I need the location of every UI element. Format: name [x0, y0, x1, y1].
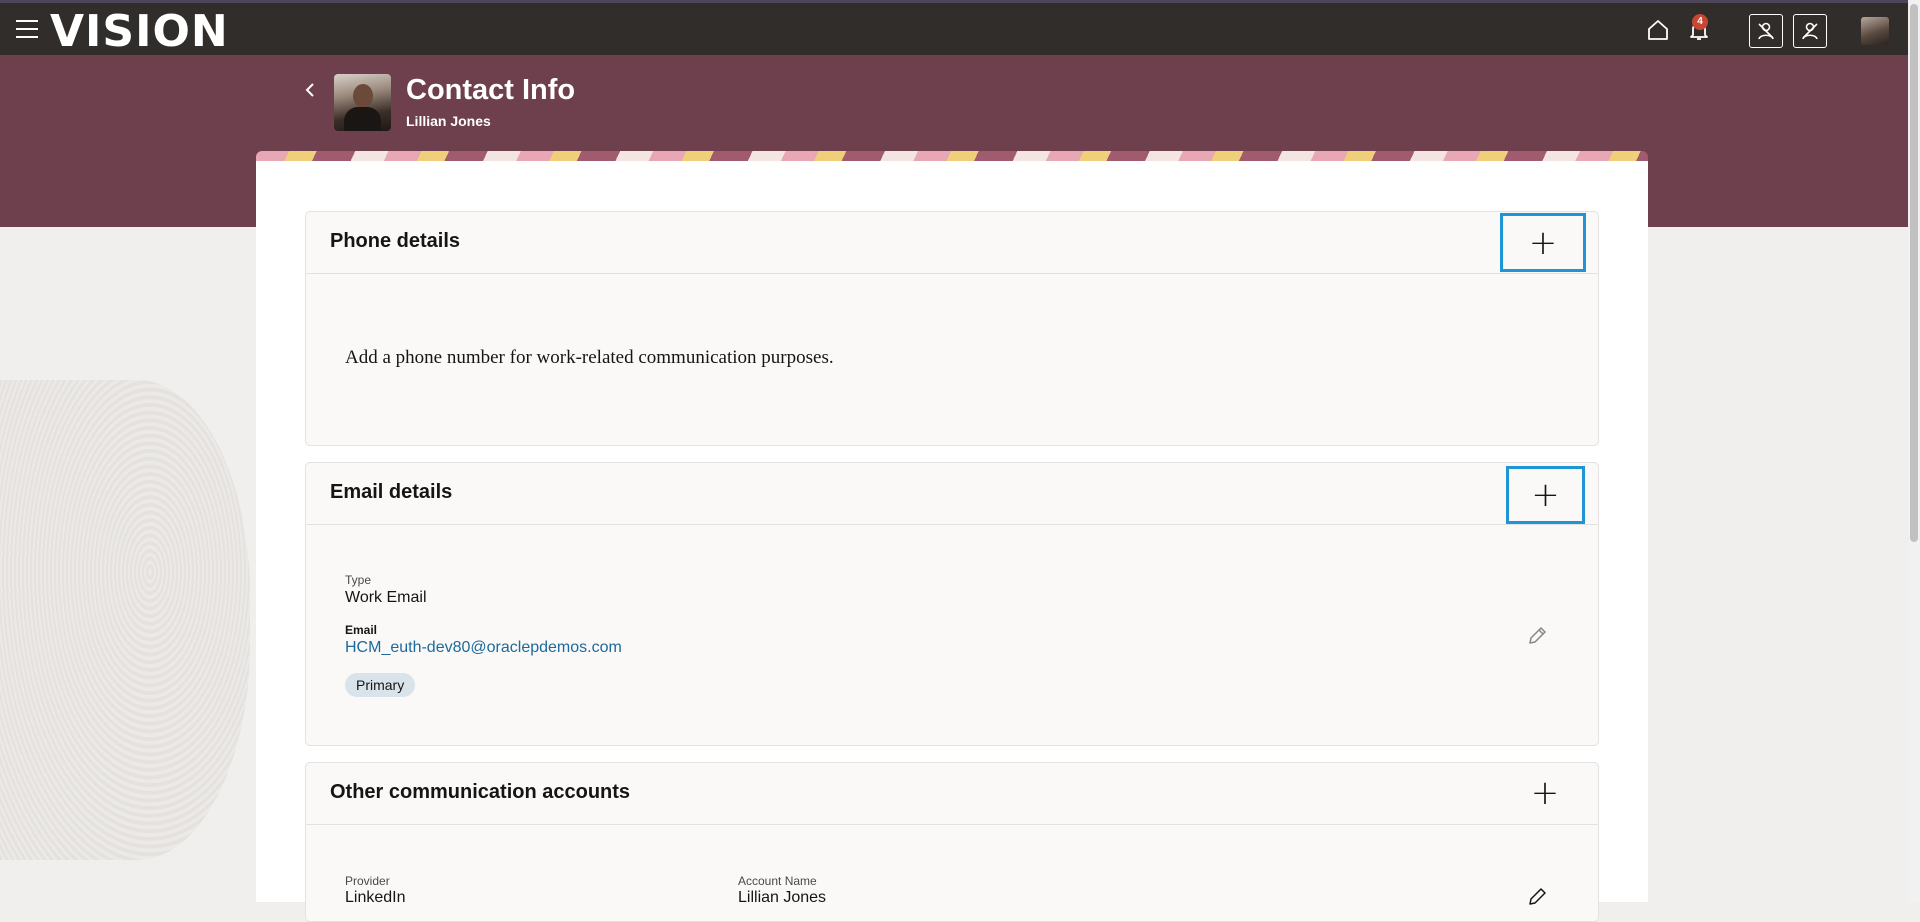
- account-name-label: Account Name: [738, 874, 817, 888]
- email-details-title: Email details: [330, 481, 453, 503]
- topographic-decoration: [0, 380, 250, 860]
- page-scrollbar[interactable]: [1908, 0, 1920, 902]
- other-accounts-header: Other communication accounts: [306, 763, 1598, 825]
- scrollbar-thumb[interactable]: [1910, 4, 1918, 542]
- email-label: Email: [345, 623, 378, 637]
- phone-details-header: Phone details: [306, 212, 1598, 274]
- other-accounts-panel: Other communication accounts: [305, 762, 1599, 922]
- email-type-value: Work Email: [345, 589, 427, 606]
- phone-empty-message: Add a phone number for work-related comm…: [345, 347, 834, 368]
- top-bar: VISION 4: [0, 0, 1908, 57]
- phone-details-title: Phone details: [330, 230, 461, 252]
- pencil-icon[interactable]: [1525, 885, 1549, 909]
- primary-chip: Primary: [345, 673, 416, 697]
- account-name-value: Lillian Jones: [738, 889, 827, 906]
- back-chevron-icon[interactable]: [300, 80, 320, 100]
- provider-value: LinkedIn: [345, 889, 406, 906]
- other-accounts-title: Other communication accounts: [330, 781, 631, 803]
- provider-label: Provider: [345, 874, 390, 888]
- person-name: Lillian Jones: [406, 113, 491, 129]
- user-avatar[interactable]: [1861, 17, 1889, 45]
- email-type-label: Type: [345, 573, 372, 587]
- notification-badge: 4: [1692, 14, 1708, 30]
- email-details-header: Email details: [306, 463, 1598, 525]
- phone-details-panel: Phone details: [305, 211, 1599, 446]
- hamburger-menu-icon[interactable]: [16, 20, 38, 38]
- person-off-icon[interactable]: [1793, 14, 1827, 48]
- email-details-panel: Email details: [305, 462, 1599, 746]
- pencil-icon[interactable]: [1525, 624, 1549, 648]
- add-phone-button[interactable]: +: [1500, 213, 1586, 272]
- vision-logo[interactable]: VISION: [50, 7, 229, 57]
- person-photo: [334, 74, 391, 131]
- person-icon[interactable]: [1749, 14, 1783, 48]
- plus-icon: +: [1528, 222, 1558, 263]
- home-icon[interactable]: [1643, 15, 1673, 45]
- add-email-button[interactable]: +: [1506, 466, 1585, 524]
- email-address-link[interactable]: HCM_euth-dev80@oraclepdemos.com: [345, 639, 622, 657]
- add-account-button[interactable]: +: [1504, 766, 1586, 820]
- plus-icon: +: [1530, 773, 1560, 813]
- plus-icon: +: [1531, 475, 1560, 515]
- page-title: Contact Info: [406, 74, 576, 106]
